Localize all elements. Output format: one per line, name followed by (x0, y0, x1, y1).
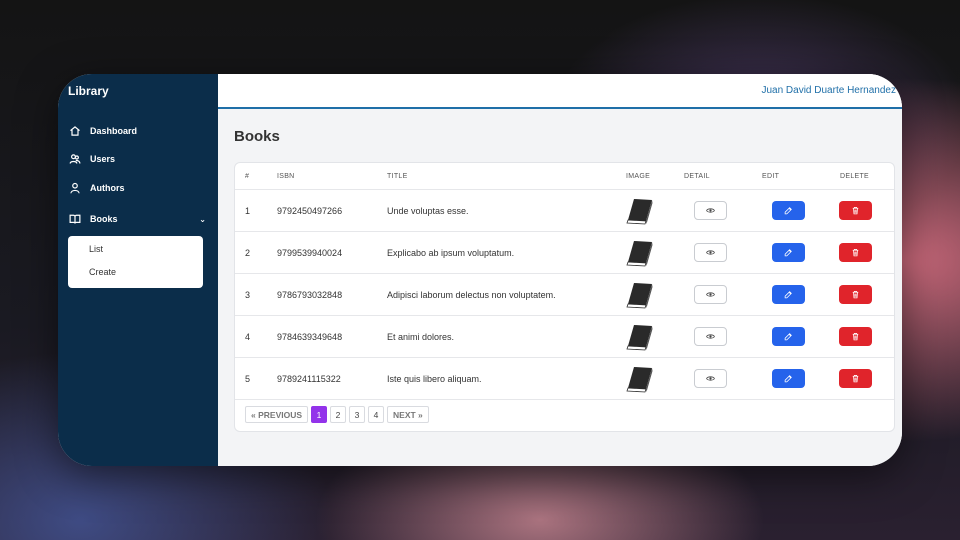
book-cover-image (626, 325, 653, 351)
delete-button[interactable] (839, 369, 872, 388)
sidebar-item-dashboard[interactable]: Dashboard (68, 124, 206, 138)
sidebar-item-authors[interactable]: Authors (68, 181, 206, 195)
edit-button[interactable] (772, 285, 805, 304)
submenu-item-create[interactable]: Create (89, 267, 116, 277)
delete-button[interactable] (839, 201, 872, 220)
sidebar-item-users[interactable]: Users (68, 152, 206, 166)
delete-button[interactable] (839, 243, 872, 262)
pagination: « PREVIOUS 1 2 3 4 NEXT » (245, 406, 429, 423)
book-cover-image (626, 199, 653, 225)
column-header-detail: DETAIL (684, 173, 710, 180)
table-row: 3 9786793032848 Adipisci laborum delectu… (235, 274, 894, 316)
sidebar: Library Dashboard Users Authors Books ⌄ (58, 74, 218, 466)
edit-button[interactable] (772, 201, 805, 220)
view-detail-button[interactable] (694, 243, 727, 262)
edit-button[interactable] (772, 327, 805, 346)
page-button-3[interactable]: 3 (349, 406, 366, 423)
trash-icon (852, 291, 859, 299)
page-button-1[interactable]: 1 (311, 406, 328, 423)
edit-icon (784, 291, 792, 299)
eye-icon (706, 292, 715, 297)
trash-icon (852, 207, 859, 215)
user-icon (68, 181, 82, 195)
view-detail-button[interactable] (694, 369, 727, 388)
home-icon (68, 124, 82, 138)
sidebar-item-label: Authors (90, 183, 125, 193)
edit-icon (784, 207, 792, 215)
column-header-number: # (245, 173, 250, 180)
view-detail-button[interactable] (694, 327, 727, 346)
eye-icon (706, 376, 715, 381)
table-row: 5 9789241115322 Iste quis libero aliquam… (235, 358, 894, 400)
edit-icon (784, 333, 792, 341)
page-title: Books (234, 128, 280, 145)
row-isbn: 9786793032848 (277, 290, 343, 300)
table-row: 4 9784639349648 Et animi dolores. (235, 316, 894, 358)
column-header-delete: DELETE (840, 173, 870, 180)
row-title: Adipisci laborum delectus non voluptatem… (387, 290, 556, 300)
row-isbn: 9784639349648 (277, 332, 343, 342)
row-isbn: 9792450497266 (277, 206, 343, 216)
column-header-title: TITLE (387, 173, 408, 180)
user-name-link[interactable]: Juan David Duarte Hernandez (761, 85, 896, 96)
brand-title: Library (68, 84, 109, 98)
eye-icon (706, 208, 715, 213)
view-detail-button[interactable] (694, 201, 727, 220)
row-number: 1 (245, 206, 251, 216)
page-button-4[interactable]: 4 (368, 406, 385, 423)
books-submenu: List Create (68, 236, 203, 288)
view-detail-button[interactable] (694, 285, 727, 304)
row-title: Unde voluptas esse. (387, 206, 469, 216)
trash-icon (852, 249, 859, 257)
chevron-down-icon: ⌄ (199, 214, 206, 224)
row-isbn: 9789241115322 (277, 374, 341, 384)
row-title: Explicabo ab ipsum voluptatum. (387, 248, 515, 258)
table-row: 1 9792450497266 Unde voluptas esse. (235, 190, 894, 232)
column-header-isbn: ISBN (277, 173, 295, 180)
books-table-card: # ISBN TITLE IMAGE DETAIL EDIT DELETE 1 … (234, 162, 895, 432)
sidebar-item-label: Books (90, 214, 118, 224)
column-header-image: IMAGE (626, 173, 651, 180)
trash-icon (852, 333, 859, 341)
row-title: Et animi dolores. (387, 332, 455, 342)
page-button-2[interactable]: 2 (330, 406, 347, 423)
book-cover-image (626, 283, 653, 309)
row-title: Iste quis libero aliquam. (387, 374, 482, 384)
sidebar-item-books[interactable]: Books ⌄ (68, 212, 206, 226)
eye-icon (706, 250, 715, 255)
table-row: 2 9799539940024 Explicabo ab ipsum volup… (235, 232, 894, 274)
book-cover-image (626, 241, 653, 267)
top-bar: Juan David Duarte Hernandez (218, 74, 902, 109)
delete-button[interactable] (839, 327, 872, 346)
edit-icon (784, 249, 792, 257)
trash-icon (852, 375, 859, 383)
row-number: 4 (245, 332, 251, 342)
previous-page-button[interactable]: « PREVIOUS (245, 406, 309, 423)
row-number: 3 (245, 290, 251, 300)
edit-icon (784, 375, 792, 383)
users-icon (68, 152, 82, 166)
next-page-button[interactable]: NEXT » (387, 406, 429, 423)
delete-button[interactable] (839, 285, 872, 304)
edit-button[interactable] (772, 369, 805, 388)
eye-icon (706, 334, 715, 339)
main-content: Juan David Duarte Hernandez Books # ISBN… (218, 74, 902, 466)
sidebar-item-label: Dashboard (90, 126, 138, 136)
row-number: 2 (245, 248, 251, 258)
app-window: Library Dashboard Users Authors Books ⌄ (58, 74, 902, 466)
row-isbn: 9799539940024 (277, 248, 343, 258)
column-header-edit: EDIT (762, 173, 780, 180)
table-header: # ISBN TITLE IMAGE DETAIL EDIT DELETE (235, 163, 894, 190)
edit-button[interactable] (772, 243, 805, 262)
book-open-icon (68, 212, 82, 226)
row-number: 5 (245, 374, 251, 384)
sidebar-item-label: Users (90, 154, 116, 164)
book-cover-image (626, 367, 653, 393)
submenu-item-list[interactable]: List (89, 244, 103, 254)
